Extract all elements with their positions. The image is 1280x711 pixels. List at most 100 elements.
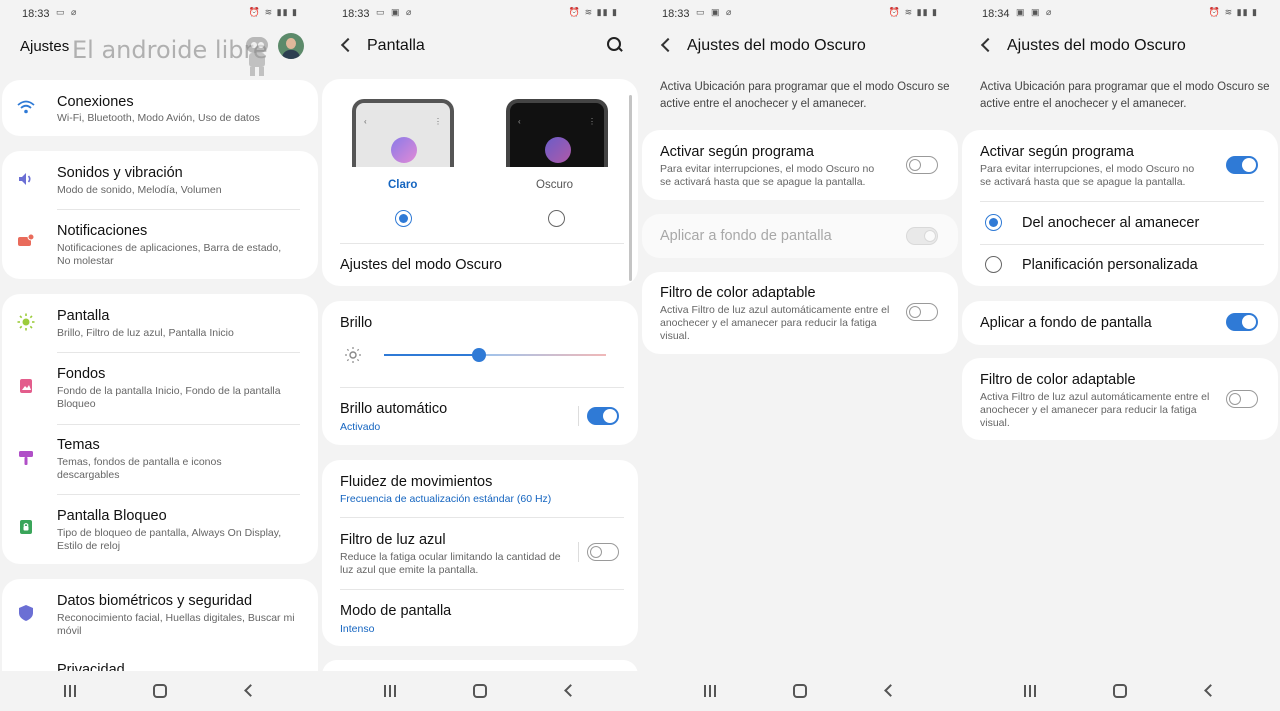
adaptive-filter-row[interactable]: Filtro de color adaptable Activa Filtro … [962,358,1278,440]
search-icon[interactable] [607,37,622,52]
settings-card-display: Pantalla Brillo, Filtro de luz azul, Pan… [2,294,318,564]
page-title: Pantalla [367,37,425,54]
location-description: Activa Ubicación para programar que el m… [980,81,1270,110]
display-screen: 18:33 ▭ ▣ ⌀ ⏰ ≋ ▮▮ ▮ Pantalla ‹ ⋮ ‹ ⋮ Cl… [320,0,640,711]
home-icon[interactable] [1113,684,1127,698]
watermark-logo: El androide libre [72,36,268,64]
robot-watermark-icon [246,37,268,76]
item-subtitle: Tipo de bloqueo de pantalla, Always On D… [57,527,282,552]
motion-smoothness-label: Fluidez de movimientos [340,474,493,490]
schedule-card: Activar según programa Para evitar inter… [642,130,958,200]
back-nav-icon[interactable] [1204,684,1217,697]
settings-item-notifications[interactable]: Notificaciones Notificaciones de aplicac… [2,209,318,279]
settings-screen: 18:33 ▭ ⌀ ⏰ ≋ ▮▮ ▮ Ajustes El androide l… [0,0,320,711]
slider-empty-track [479,354,606,356]
blue-light-filter-row[interactable]: Filtro de luz azul Reduce la fatiga ocul… [322,518,638,590]
status-time: 18:33 [22,8,50,20]
auto-brightness-toggle[interactable] [587,407,619,425]
option-custom-row[interactable]: Planificación personalizada [962,244,1278,286]
status-icons-right: ⏰ ≋ ▮▮ ▮ [568,7,618,17]
sun-icon [345,347,361,363]
back-arrow-icon[interactable] [980,34,994,56]
item-subtitle: Brillo, Filtro de luz azul, Pantalla Ini… [57,327,234,339]
back-nav-icon[interactable] [564,684,577,697]
home-icon[interactable] [153,684,167,698]
dark-mode-settings-link[interactable]: Ajustes del modo Oscuro [340,257,502,273]
settings-item-security[interactable]: Datos biométricos y seguridad Reconocimi… [2,579,318,649]
dark-mode-preview[interactable]: ‹ ⋮ [506,99,608,167]
adaptive-filter-toggle[interactable] [906,303,938,321]
nav-bar [640,671,960,711]
schedule-card: Activar según programa Para evitar inter… [962,130,1278,286]
theme-mode-card: ‹ ⋮ ‹ ⋮ Claro Oscuro Ajustes del modo Os… [322,79,638,286]
screen-mode-row[interactable]: Modo de pantalla Intenso [322,590,638,646]
back-nav-icon[interactable] [884,684,897,697]
page-title: Ajustes [20,38,70,55]
recent-apps-icon[interactable] [704,685,718,697]
settings-item-connections[interactable]: Conexiones Wi-Fi, Bluetooth, Modo Avión,… [2,80,318,136]
schedule-description: Para evitar interrupciones, el modo Oscu… [660,163,875,188]
auto-brightness-label: Brillo automático [340,401,448,417]
settings-item-display[interactable]: Pantalla Brillo, Filtro de luz azul, Pan… [2,294,318,352]
status-bar: 18:33 ▭ ▣ ⌀ ⏰ ≋ ▮▮ ▮ [320,0,640,28]
wallpaper-toggle[interactable] [1226,313,1258,331]
dark-mode-label: Oscuro [536,179,574,191]
recent-apps-icon[interactable] [384,685,398,697]
motion-smoothness-value: Frecuencia de actualización estándar (60… [340,493,552,505]
status-icons-left: ▣ ▣ ⌀ [1016,7,1054,17]
blue-light-toggle[interactable] [587,543,619,561]
brightness-slider[interactable] [384,347,606,363]
nav-bar [0,671,320,711]
schedule-row[interactable]: Activar según programa Para evitar inter… [642,130,958,200]
item-title: Pantalla Bloqueo [57,508,167,524]
dark-mode-radio[interactable] [548,210,565,227]
settings-item-lockscreen[interactable]: Pantalla Bloqueo Tipo de bloqueo de pant… [2,494,318,564]
slider-filled-track [384,354,479,356]
settings-card-connections: Conexiones Wi-Fi, Bluetooth, Modo Avión,… [2,80,318,136]
back-arrow-icon[interactable] [340,34,354,56]
back-nav-icon[interactable] [244,684,257,697]
light-mode-radio[interactable] [395,210,412,227]
schedule-toggle[interactable] [1226,156,1258,174]
item-subtitle: Wi-Fi, Bluetooth, Modo Avión, Uso de dat… [57,112,260,124]
custom-schedule-label: Planificación personalizada [1022,257,1198,273]
light-mode-preview[interactable]: ‹ ⋮ [352,99,454,167]
item-subtitle: Temas, fondos de pantalla e iconos desca… [57,456,222,481]
nav-bar [960,671,1280,711]
motion-smoothness-row[interactable]: Fluidez de movimientos Frecuencia de act… [322,460,638,518]
sunset-label: Del anochecer al amanecer [1022,215,1200,231]
status-time: 18:34 [982,8,1010,20]
custom-schedule-radio[interactable] [985,256,1002,273]
brightness-icon [17,313,35,331]
settings-item-sound[interactable]: Sonidos y vibración Modo de sonido, Melo… [2,151,318,209]
lock-icon [20,520,32,534]
auto-brightness-row[interactable]: Brillo automático Activado [322,387,638,445]
adaptive-filter-card: Filtro de color adaptable Activa Filtro … [642,272,958,354]
recent-apps-icon[interactable] [64,685,78,697]
theme-brush-icon [19,451,33,465]
adaptive-filter-card: Filtro de color adaptable Activa Filtro … [962,358,1278,440]
settings-item-wallpapers[interactable]: Fondos Fondo de la pantalla Inicio, Fond… [2,352,318,424]
auto-brightness-state: Activado [340,421,381,433]
screen-mode-value: Intenso [340,623,375,635]
app-bar: Ajustes del modo Oscuro [960,28,1280,64]
page-title: Ajustes del modo Oscuro [687,37,866,54]
recent-apps-icon[interactable] [1024,685,1038,697]
sunset-radio[interactable] [985,214,1002,231]
separator [578,542,579,562]
back-arrow-icon[interactable] [660,34,674,56]
settings-card-sound: Sonidos y vibración Modo de sonido, Melo… [2,151,318,279]
slider-thumb[interactable] [472,348,486,362]
schedule-toggle[interactable] [906,156,938,174]
scrollbar[interactable] [629,95,632,281]
avatar[interactable] [278,33,304,59]
wallpaper-row[interactable]: Aplicar a fondo de pantalla [962,301,1278,345]
adaptive-filter-toggle[interactable] [1226,390,1258,408]
schedule-row[interactable]: Activar según programa Para evitar inter… [962,130,1278,200]
option-sunset-row[interactable]: Del anochecer al amanecer [962,202,1278,244]
home-icon[interactable] [473,684,487,698]
adaptive-filter-row[interactable]: Filtro de color adaptable Activa Filtro … [642,272,958,354]
separator [578,406,579,426]
home-icon[interactable] [793,684,807,698]
settings-item-themes[interactable]: Temas Temas, fondos de pantalla e iconos… [2,424,318,494]
